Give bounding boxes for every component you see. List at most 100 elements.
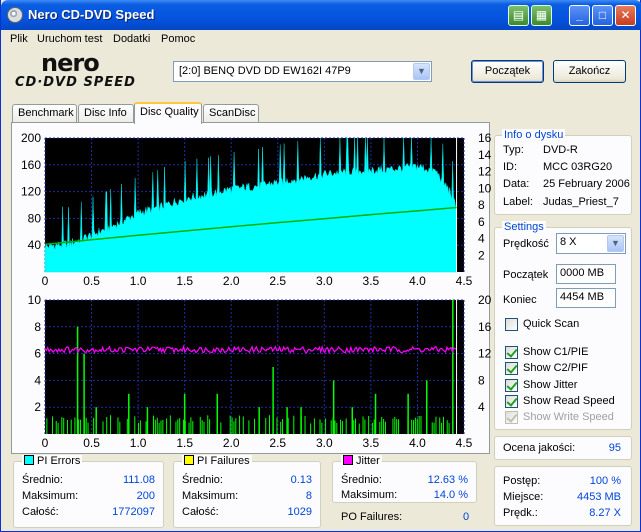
menu-help[interactable]: Pomoc [161,33,195,45]
show-read-speed-check-box[interactable] [505,395,518,408]
tab-disc-quality[interactable]: Disc Quality [134,102,202,124]
pi-errors-legend: PI Errors [22,455,83,467]
y-left-tick-label: 4 [34,373,41,387]
jitter-avg-value: 12.63 % [427,474,468,486]
start-button[interactable]: Początek [471,60,544,83]
tab-disc-info[interactable]: Disc Info [78,104,134,123]
quality-score-value: 95 [608,442,621,454]
pi-errors-color-swatch [24,455,34,465]
x-tick-label: 4.5 [456,436,473,450]
y-right-tick-label: 4 [478,400,485,414]
x-tick-label: 2.5 [269,274,286,288]
show-c1-pie-check-box[interactable] [505,346,518,359]
y-left-tick-label: 80 [28,211,42,225]
show-c2-pif-check-box[interactable] [505,362,518,375]
close-button[interactable]: ✕ [615,5,636,26]
jitter-avg-label: Średnio: [341,474,382,486]
end-position-input[interactable]: 4454 MB [556,288,616,308]
menu-file[interactable]: Plik [10,33,28,45]
settings-title: Settings [502,221,546,233]
x-tick-label: 4.0 [409,436,426,450]
x-tick-label: 3.0 [316,436,333,450]
quality-score-label: Ocena jakości: [503,442,576,454]
copy-icon[interactable]: ▤ [508,5,529,26]
quick-scan-check-box[interactable] [505,318,518,331]
drive-select[interactable]: [2:0] BENQ DVD DD EW162I 47P9 ▼ [173,61,432,82]
finish-button[interactable]: Zakończ [553,60,626,83]
settings-group: Settings Prędkość 8 X ▼ Początek 0000 MB… [494,221,632,430]
tab-benchmark[interactable]: Benchmark [12,104,77,123]
pi-failures-avg-label: Średnio: [182,474,223,486]
y-left-tick-label: 2 [34,400,41,414]
read-speed-label: Prędk.: [503,507,538,519]
show-c2-pif-label: Show C2/PIF [523,362,588,374]
y-left-tick-label: 120 [21,185,41,199]
logo-text-speed: CD·DVD SPEED [15,75,136,90]
y-left-tick-label: 8 [34,320,41,334]
jitter-max-label: Maksimum: [341,489,398,501]
y-right-tick-label: 6 [478,215,485,229]
pi-errors-max-value: 200 [136,490,155,502]
speed-select[interactable]: 8 X ▼ [556,233,626,254]
y-right-tick-label: 16 [478,320,491,334]
disc-label-label: Label: [503,196,533,208]
progress-box: Postęp: 100 % Miejsce: 4453 MB Prędk.: 8… [494,466,632,526]
start-position-input[interactable]: 0000 MB [556,264,616,284]
jitter-max-value: 14.0 % [433,489,468,501]
y-right-tick-label: 12 [478,165,491,179]
pi-failures-total-label: Całość: [182,506,219,518]
nero-logo: nero CD·DVD SPEED [15,49,160,91]
x-tick-label: 4.5 [456,274,473,288]
y-left-tick-label: 10 [28,294,42,307]
pi-errors-chart: 0 0.5 1.0 1.5 2.0 2.5 3.0 3.5 4.0 4.5 40 80 120 160 20… [13,132,491,292]
pi-errors-chart-svg: 0 0.5 1.0 1.5 2.0 2.5 3.0 3.5 4.0 4.5 40 80 120 160 20… [21,132,491,288]
x-tick-label: 0.5 [83,436,100,450]
chevron-down-icon[interactable]: ▼ [607,235,624,252]
show-jitter-checkbox[interactable]: Show Jitter [505,379,625,393]
y-right-tick-label: 2 [478,248,485,262]
pi-failures-stats: PI Failures Średnio: 0.13 Maksimum: 8 Ca… [173,455,321,528]
pi-errors-title: PI Errors [37,455,81,467]
disc-id-value: MCC 03RG20 [543,161,613,173]
tab-scandisc[interactable]: ScanDisc [203,104,259,123]
x-tick-label: 2.0 [223,436,240,450]
jitter-title: Jitter [356,455,380,467]
menu-extras[interactable]: Dodatki [113,33,150,45]
logo-text-nero: nero [41,49,100,77]
x-tick-label: 0.5 [83,274,100,288]
pi-errors-total-label: Całość: [22,506,59,518]
show-write-speed-check-box [505,411,518,424]
y-right-tick-label: 12 [478,347,491,361]
app-window: Nero CD-DVD Speed ▤ ▦ _ □ ✕ Plik Uruchom… [0,0,641,532]
menu-run-test[interactable]: Uruchom test [37,33,102,45]
disc-date-label: Data: [503,178,530,190]
title-bar[interactable]: Nero CD-DVD Speed ▤ ▦ _ □ ✕ [1,0,641,30]
chevron-down-icon[interactable]: ▼ [413,63,430,80]
y-right-tick-label: 4 [478,232,485,246]
x-tick-label: 0 [42,274,49,288]
speed-label: Prędkość [503,238,549,250]
show-read-speed-checkbox[interactable]: Show Read Speed [505,395,625,409]
disc-info-group: Info o dysku Typ: DVD-R ID: MCC 03RG20 D… [494,129,632,215]
quick-scan-checkbox[interactable]: Quick Scan [505,318,625,332]
disc-id-label: ID: [503,161,518,173]
show-write-speed-checkbox: Show Write Speed [505,411,625,425]
show-jitter-check-box[interactable] [505,379,518,392]
show-c2-pif-checkbox[interactable]: Show C2/PIF [505,362,625,376]
y-left-tick-label: 200 [21,132,41,145]
position-value: 4453 MB [576,491,621,503]
maximize-button[interactable]: □ [592,5,613,26]
disc-type-value: DVD-R [543,144,578,156]
x-tick-label: 0 [42,436,49,450]
x-tick-label: 3.5 [363,274,380,288]
progress-label: Postęp: [503,475,541,487]
minimize-button[interactable]: _ [569,5,590,26]
end-position-label: Koniec [503,294,537,306]
y-right-tick-label: 8 [478,198,485,212]
y-left-tick-label: 160 [21,158,41,172]
jitter-color-swatch [343,455,353,465]
save-icon[interactable]: ▦ [531,5,552,26]
po-failures-value: 0 [463,511,470,523]
show-write-speed-label: Show Write Speed [523,411,614,423]
show-c1-pie-checkbox[interactable]: Show C1/PIE [505,346,625,360]
